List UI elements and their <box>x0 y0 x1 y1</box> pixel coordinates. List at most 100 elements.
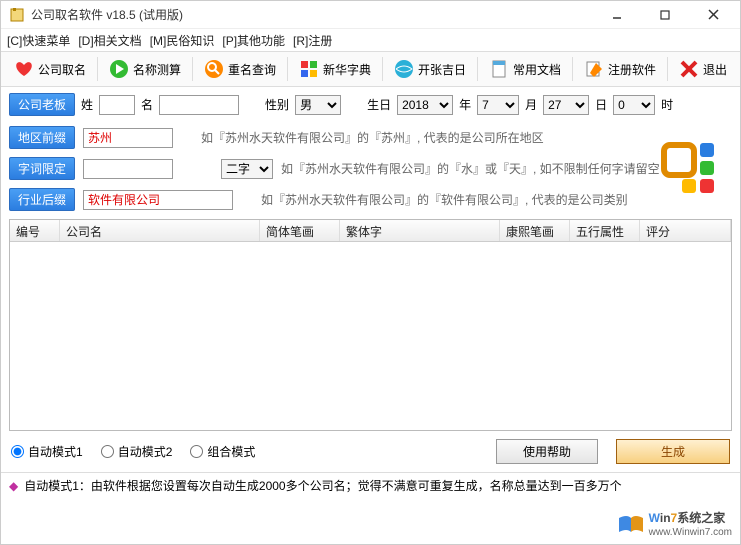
suffix-input[interactable] <box>83 190 233 210</box>
year-suffix: 年 <box>459 96 471 113</box>
region-row: 地区前缀 如『苏州水天软件有限公司』的『苏州』, 代表的是公司所在地区 <box>1 122 740 153</box>
tool-label: 常用文档 <box>513 61 561 78</box>
watermark: Win7系统之家 www.Winwin7.com <box>617 509 732 538</box>
watermark-url: www.Winwin7.com <box>649 527 732 538</box>
surname-label: 姓 <box>81 96 93 113</box>
col-score[interactable]: 评分 <box>640 220 731 241</box>
heart-icon <box>14 59 34 79</box>
gender-select[interactable]: 男 <box>295 95 341 115</box>
mode3-input[interactable] <box>190 445 203 458</box>
name-label: 名 <box>141 96 153 113</box>
day-select[interactable]: 27 <box>543 95 589 115</box>
maximize-button[interactable] <box>650 5 680 25</box>
menu-register[interactable]: [R]注册 <box>293 32 332 49</box>
app-icon <box>9 7 25 23</box>
mode1-radio[interactable]: 自动模式1 <box>11 443 83 460</box>
office-logo <box>660 139 728 203</box>
birth-label: 生日 <box>367 96 391 113</box>
document-icon <box>489 59 509 79</box>
title-bar: 公司取名软件 v18.5 (试用版) <box>1 1 740 29</box>
globe-icon <box>394 59 414 79</box>
modes-row: 自动模式1 自动模式2 组合模式 使用帮助 生成 <box>1 431 740 472</box>
params-row: 公司老板 姓 名 性别 男 生日 2018 年 7 月 27 日 0 时 <box>1 87 740 122</box>
mode1-label: 自动模式1 <box>28 443 83 460</box>
col-kangxi[interactable]: 康熙笔画 <box>500 220 570 241</box>
tool-label: 注册软件 <box>608 61 656 78</box>
menu-folk[interactable]: [M]民俗知识 <box>150 32 215 49</box>
year-select[interactable]: 2018 <box>397 95 453 115</box>
col-name[interactable]: 公司名 <box>60 220 260 241</box>
separator <box>192 57 193 81</box>
menu-quick[interactable]: [C]快速菜单 <box>7 32 70 49</box>
month-suffix: 月 <box>525 96 537 113</box>
tool-calc[interactable]: 名称测算 <box>102 55 188 83</box>
region-button[interactable]: 地区前缀 <box>9 126 75 149</box>
menu-bar: [C]快速菜单 [D]相关文档 [M]民俗知识 [P]其他功能 [R]注册 <box>1 29 740 51</box>
windows-icon <box>299 59 319 79</box>
tool-lucky[interactable]: 开张吉日 <box>387 55 473 83</box>
diamond-icon: ◆ <box>9 479 18 493</box>
word-button[interactable]: 字词限定 <box>9 157 75 180</box>
window-title: 公司取名软件 v18.5 (试用版) <box>31 6 602 23</box>
hour-select[interactable]: 0 <box>613 95 655 115</box>
region-hint: 如『苏州水天软件有限公司』的『苏州』, 代表的是公司所在地区 <box>201 129 544 146</box>
surname-input[interactable] <box>99 95 135 115</box>
mode3-radio[interactable]: 组合模式 <box>190 443 255 460</box>
tool-dup[interactable]: 重名查询 <box>197 55 283 83</box>
tool-dict[interactable]: 新华字典 <box>292 55 378 83</box>
watermark-icon <box>617 512 645 536</box>
word-count-select[interactable]: 二字 <box>221 159 273 179</box>
col-wuxing[interactable]: 五行属性 <box>570 220 640 241</box>
minimize-button[interactable] <box>602 5 632 25</box>
generate-button[interactable]: 生成 <box>616 439 730 464</box>
status-text: 自动模式1：由软件根据您设置每次自动生成2000多个公司名；觉得不满意可重复生成… <box>24 477 621 494</box>
mode1-input[interactable] <box>11 445 24 458</box>
month-select[interactable]: 7 <box>477 95 519 115</box>
edit-icon <box>584 59 604 79</box>
search-icon <box>204 59 224 79</box>
tool-exit[interactable]: 退出 <box>672 55 734 83</box>
suffix-row: 行业后缀 如『苏州水天软件有限公司』的『软件有限公司』, 代表的是公司类别 <box>1 184 740 215</box>
separator <box>667 57 668 81</box>
word-input[interactable] <box>83 159 173 179</box>
help-button[interactable]: 使用帮助 <box>496 439 598 464</box>
separator <box>477 57 478 81</box>
status-bar: ◆ 自动模式1：由软件根据您设置每次自动生成2000多个公司名；觉得不满意可重复… <box>1 472 740 498</box>
region-input[interactable] <box>83 128 173 148</box>
name-input[interactable] <box>159 95 239 115</box>
word-hint: 如『苏州水天软件有限公司』的『水』或『天』, 如不限制任何字请留空 <box>281 160 660 177</box>
tool-label: 名称测算 <box>133 61 181 78</box>
tool-docs[interactable]: 常用文档 <box>482 55 568 83</box>
table-header: 编号 公司名 简体笔画 繁体字 康熙笔画 五行属性 评分 <box>10 220 731 242</box>
tool-label: 重名查询 <box>228 61 276 78</box>
tool-naming[interactable]: 公司取名 <box>7 55 93 83</box>
separator <box>572 57 573 81</box>
close-button[interactable] <box>698 5 728 25</box>
watermark-brand: Win7系统之家 <box>649 509 732 527</box>
results-table: 编号 公司名 简体笔画 繁体字 康熙笔画 五行属性 评分 <box>9 219 732 431</box>
menu-docs[interactable]: [D]相关文档 <box>78 32 141 49</box>
play-icon <box>109 59 129 79</box>
tool-label: 新华字典 <box>323 61 371 78</box>
mode2-radio[interactable]: 自动模式2 <box>101 443 173 460</box>
separator <box>382 57 383 81</box>
hour-suffix: 时 <box>661 96 673 113</box>
col-id[interactable]: 编号 <box>10 220 60 241</box>
boss-button[interactable]: 公司老板 <box>9 93 75 116</box>
mode2-input[interactable] <box>101 445 114 458</box>
tool-reg[interactable]: 注册软件 <box>577 55 663 83</box>
separator <box>287 57 288 81</box>
word-row: 字词限定 二字 如『苏州水天软件有限公司』的『水』或『天』, 如不限制任何字请留… <box>1 153 740 184</box>
toolbar: 公司取名 名称测算 重名查询 新华字典 开张吉日 常用文档 注册软件 退出 <box>1 51 740 87</box>
tool-label: 开张吉日 <box>418 61 466 78</box>
col-trad[interactable]: 繁体字 <box>340 220 500 241</box>
suffix-hint: 如『苏州水天软件有限公司』的『软件有限公司』, 代表的是公司类别 <box>261 191 628 208</box>
mode3-label: 组合模式 <box>207 443 255 460</box>
col-simp[interactable]: 简体笔画 <box>260 220 340 241</box>
mode2-label: 自动模式2 <box>118 443 173 460</box>
menu-other[interactable]: [P]其他功能 <box>222 32 285 49</box>
suffix-button[interactable]: 行业后缀 <box>9 188 75 211</box>
tool-label: 退出 <box>703 61 727 78</box>
window-controls <box>602 5 728 25</box>
x-icon <box>679 59 699 79</box>
